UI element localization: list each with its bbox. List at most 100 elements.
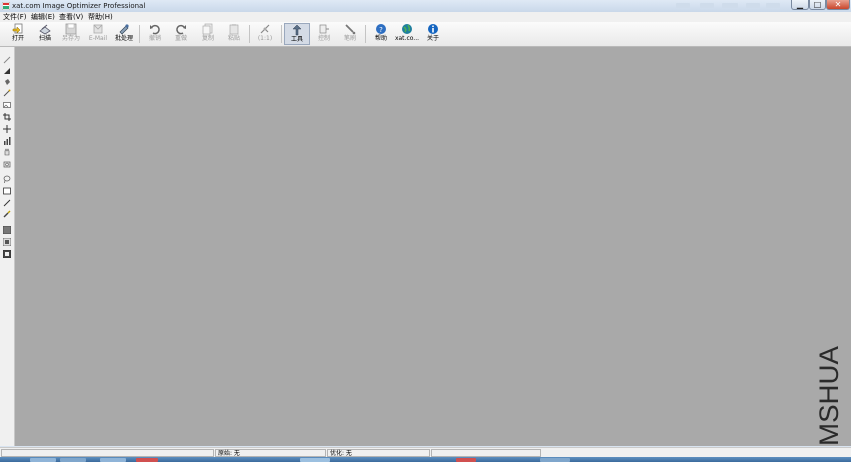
scan-icon: [39, 24, 51, 35]
status-original-size: 原始: 无: [215, 449, 326, 457]
image-canvas[interactable]: [15, 47, 851, 446]
open-icon: [12, 23, 23, 34]
swatch-dark-icon[interactable]: [3, 250, 11, 258]
taskbar-button[interactable]: [100, 458, 126, 462]
email-icon: [93, 24, 103, 34]
save-as-button[interactable]: 另存为: [58, 23, 84, 45]
rotate-tool-icon[interactable]: [3, 160, 11, 168]
fill-tool-icon[interactable]: [3, 78, 11, 86]
move-tool-icon[interactable]: [3, 125, 11, 133]
paste-label: 粘贴: [227, 35, 240, 42]
taskbar-button[interactable]: [540, 458, 570, 462]
brush-label: 笔刷: [343, 35, 356, 42]
title-bar: xat.com Image Optimizer Professional ▁ □…: [0, 0, 851, 12]
open-label: 打开: [11, 35, 24, 42]
toolbar-separator: [365, 25, 366, 43]
title-blur: [700, 3, 714, 8]
menu-edit[interactable]: 编辑(E): [31, 12, 55, 22]
line-tool-icon[interactable]: [3, 199, 11, 207]
paste-button[interactable]: 粘贴: [221, 23, 247, 45]
maximize-button[interactable]: □: [809, 0, 826, 10]
taskbar-button[interactable]: [300, 458, 330, 462]
svg-text:?: ?: [379, 26, 383, 34]
chart-tool-icon[interactable]: [3, 137, 11, 145]
batch-label: 批处理: [114, 35, 133, 42]
taskbar-button[interactable]: [60, 458, 86, 462]
zoom-actual-button[interactable]: (1:1): [252, 23, 278, 45]
toolbar-separator: [139, 25, 140, 43]
save-as-label: 另存为: [61, 35, 80, 42]
tool-palette: [0, 47, 15, 446]
copy-label: 复制: [201, 35, 214, 42]
menu-bar: 文件(F) 编辑(E) 查看(V) 帮助(H): [0, 12, 851, 22]
app-icon: [2, 2, 10, 10]
swatch-gray-icon[interactable]: [3, 226, 11, 234]
taskbar: [0, 457, 851, 462]
redo-label: 重做: [174, 35, 187, 42]
menu-view[interactable]: 查看(V): [59, 12, 83, 22]
email-button[interactable]: E-Mail: [85, 23, 111, 45]
title-blur: [746, 3, 760, 8]
batch-button[interactable]: 批处理: [111, 23, 137, 45]
scan-button[interactable]: 扫描: [32, 23, 58, 45]
taskbar-button[interactable]: [30, 458, 56, 462]
brush-icon: [345, 24, 356, 35]
taskbar-button[interactable]: [136, 458, 158, 462]
help-icon: ?: [376, 24, 386, 34]
title-blur: [676, 3, 690, 8]
redo-button[interactable]: 重做: [168, 23, 194, 45]
swatch-square-icon[interactable]: [3, 238, 11, 246]
status-optimized-size: 优化: 无: [327, 449, 430, 457]
redo-icon: [176, 24, 186, 35]
crop-tool-icon[interactable]: [3, 113, 11, 121]
website-button[interactable]: xat.co...: [394, 23, 420, 45]
watermark-text: MSHUA: [814, 346, 844, 446]
about-label: 关于: [426, 35, 439, 42]
undo-button[interactable]: 撤销: [142, 23, 168, 45]
close-button[interactable]: ✕: [826, 0, 850, 10]
about-button[interactable]: 关于: [420, 23, 446, 45]
undo-icon: [150, 24, 160, 35]
toolbar-separator: [281, 25, 282, 43]
email-label: E-Mail: [88, 35, 108, 42]
tools-button[interactable]: 工具: [284, 23, 310, 45]
scan-label: 扫描: [38, 35, 51, 42]
lasso-tool-icon[interactable]: [3, 175, 11, 183]
taskbar-button[interactable]: [456, 458, 476, 462]
window-title: xat.com Image Optimizer Professional: [12, 2, 146, 10]
minimize-button[interactable]: ▁: [791, 0, 809, 10]
title-blur: [766, 3, 780, 8]
tools-label: 工具: [290, 36, 303, 43]
website-label: xat.co...: [394, 35, 420, 42]
brush-tool-icon[interactable]: [3, 210, 11, 218]
control-button[interactable]: 控制: [311, 23, 337, 45]
zoom-actual-label: (1:1): [257, 35, 273, 42]
copy-icon: [202, 23, 213, 35]
globe-icon: [402, 24, 412, 34]
brush-button[interactable]: 笔刷: [337, 23, 363, 45]
hand-tool-icon[interactable]: [3, 148, 11, 156]
control-icon: [319, 24, 329, 34]
status-cell-extra: [431, 449, 541, 457]
rectangle-tool-icon[interactable]: [3, 187, 11, 195]
status-cell-message: [1, 449, 214, 457]
zoom-actual-icon: [260, 24, 270, 34]
batch-icon: [119, 24, 129, 35]
triangle-tool-icon[interactable]: [3, 67, 11, 75]
undo-label: 撤销: [148, 35, 161, 42]
image-tool-icon[interactable]: [3, 101, 11, 109]
menu-help[interactable]: 帮助(H): [88, 12, 113, 22]
info-icon: [428, 24, 438, 34]
control-label: 控制: [317, 35, 330, 42]
menu-file[interactable]: 文件(F): [3, 12, 27, 22]
main-toolbar: 打开 扫描 另存为 E-Mail 批处理 撤销 重做 复制 粘贴 (1:1) 工…: [0, 22, 851, 47]
save-as-icon: [65, 23, 77, 35]
open-button[interactable]: 打开: [5, 23, 31, 45]
wand-tool-icon[interactable]: [3, 89, 11, 97]
help-button[interactable]: ? 帮助: [368, 23, 394, 45]
pen-tool-icon[interactable]: [3, 56, 11, 64]
tools-icon: [292, 24, 302, 36]
toolbar-separator: [249, 25, 250, 43]
paste-icon: [229, 24, 239, 35]
copy-button[interactable]: 复制: [195, 23, 221, 45]
